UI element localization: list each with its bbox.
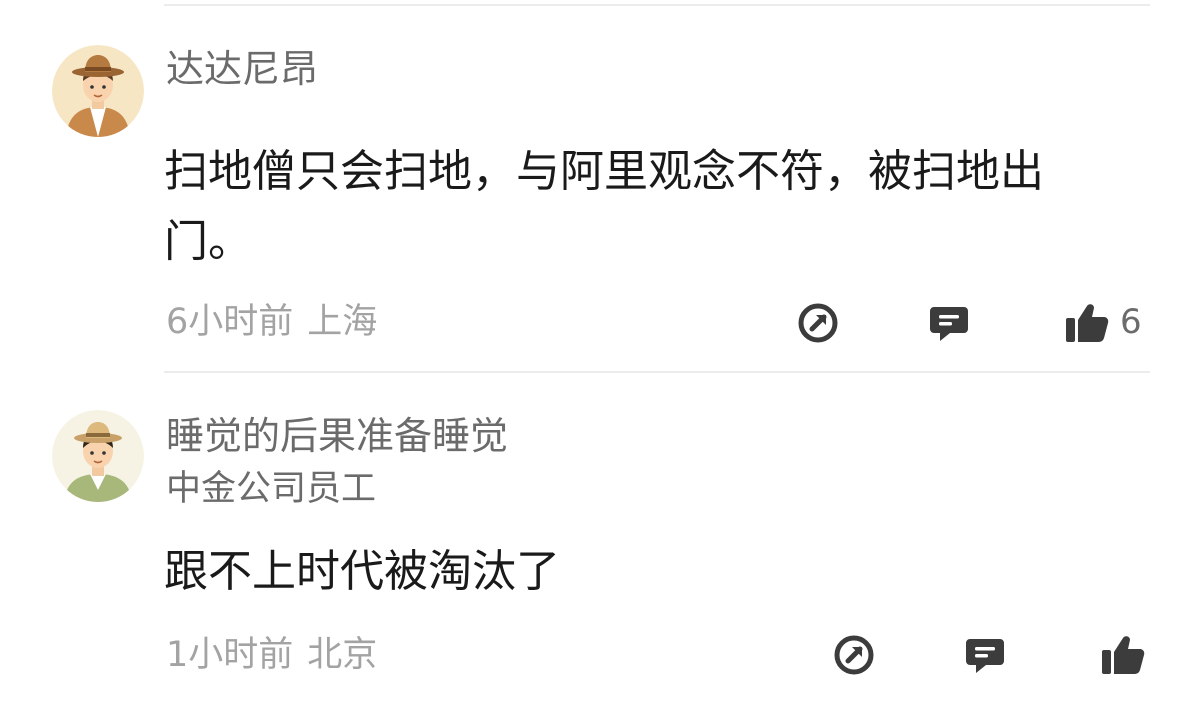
comment-location: 上海 — [307, 302, 378, 342]
author-name[interactable]: 达达尼昂 — [166, 50, 318, 88]
share-icon — [797, 302, 839, 344]
divider — [164, 371, 1150, 373]
comment-meta: 6小时前 上海 — [166, 305, 377, 340]
thumbs-up-icon — [1064, 300, 1110, 344]
comment-text: 扫地僧只会扫地，与阿里观念不符，被扫地出门。 — [164, 146, 1044, 267]
reply-button[interactable] — [928, 302, 970, 344]
reply-button[interactable] — [964, 634, 1006, 676]
like-button[interactable]: 6 — [1064, 300, 1142, 344]
comment-meta: 1小时前 北京 — [166, 638, 377, 673]
comment-icon — [964, 634, 1006, 676]
share-button[interactable] — [833, 634, 875, 676]
share-button[interactable] — [797, 302, 839, 344]
thumbs-up-icon — [1100, 632, 1146, 676]
author-name[interactable]: 睡觉的后果准备睡觉 — [166, 417, 508, 455]
share-icon — [833, 634, 875, 676]
like-button[interactable] — [1100, 632, 1156, 676]
comment-icon — [928, 302, 970, 344]
comment-time: 6小时前 — [166, 302, 294, 342]
avatar[interactable] — [52, 410, 144, 502]
comment-location: 北京 — [307, 635, 378, 675]
author-title: 中金公司员工 — [166, 469, 377, 509]
avatar[interactable] — [52, 45, 144, 137]
comment-list: 达达尼昂 扫地僧只会扫地，与阿里观念不符，被扫地出门。 6小时前 上海 6 睡觉… — [0, 0, 1200, 723]
comment-text: 跟不上时代被淘汰了 — [164, 546, 560, 597]
divider — [164, 4, 1150, 6]
comment-time: 1小时前 — [166, 635, 294, 675]
like-count: 6 — [1120, 302, 1142, 342]
